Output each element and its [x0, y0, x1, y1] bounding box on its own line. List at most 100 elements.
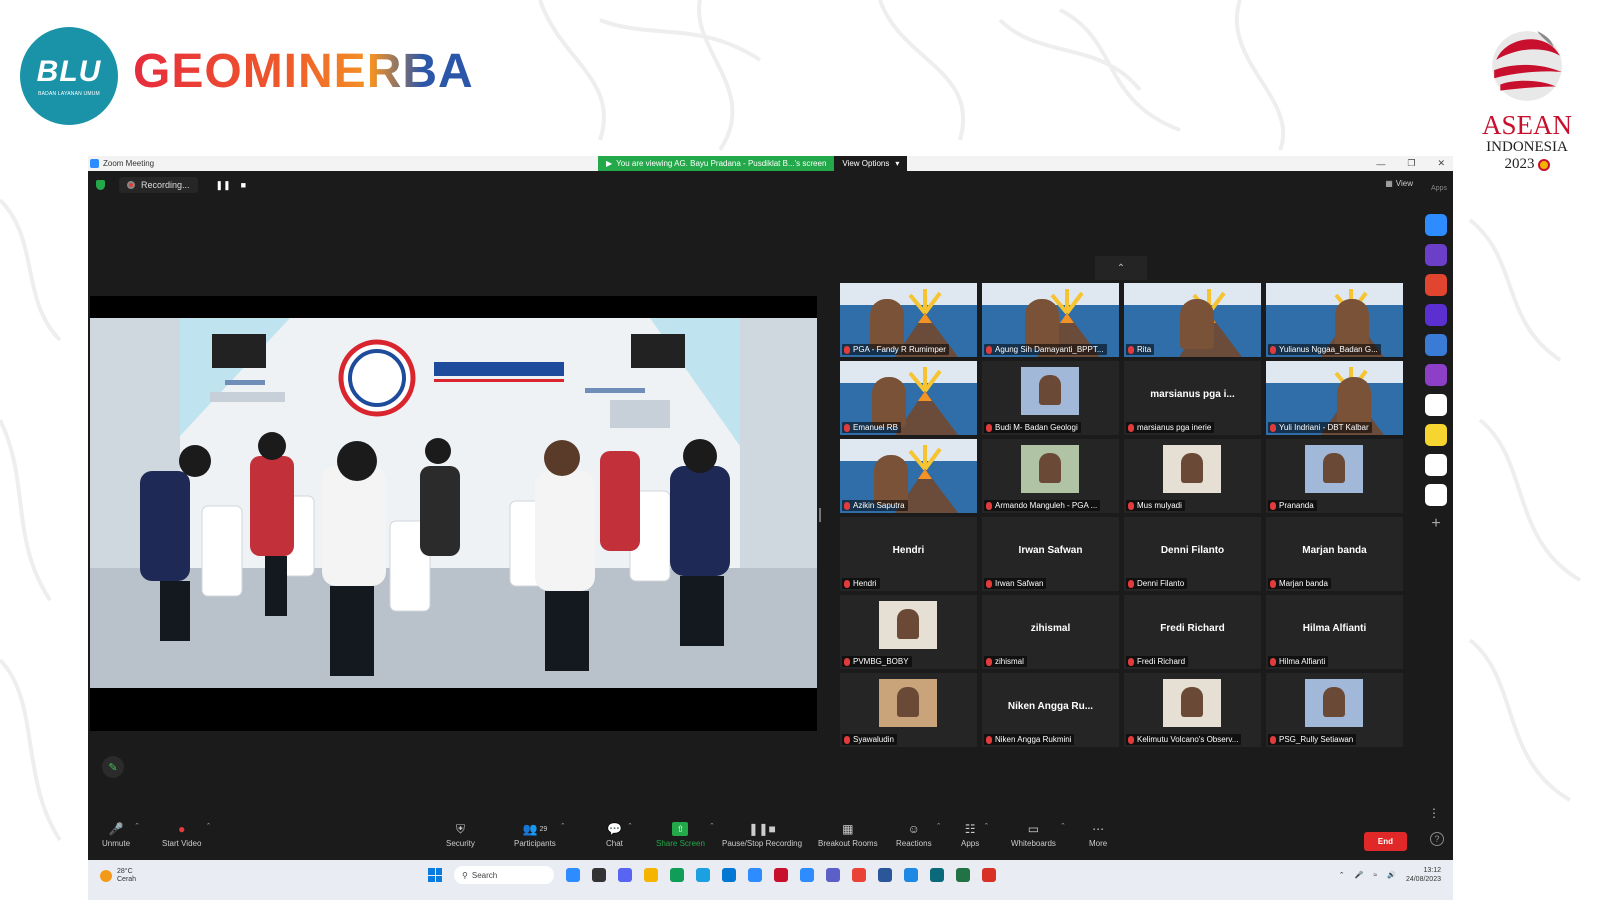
security-button[interactable]: ⛨ Security [446, 822, 475, 849]
mail-icon[interactable] [722, 868, 736, 882]
collapse-gallery-button[interactable]: ⌃ [1095, 256, 1147, 280]
participant-tile[interactable]: Armando Manguleh - PGA ... [982, 439, 1119, 513]
participant-tile[interactable]: Azikin Saputra [840, 439, 977, 513]
minimize-icon[interactable]: — [1376, 159, 1385, 169]
chrome-icon[interactable] [852, 868, 866, 882]
participant-tile[interactable]: Prananda [1266, 439, 1403, 513]
participant-tile[interactable]: zihismal zihismal [982, 595, 1119, 669]
chevron-up-icon[interactable]: ⌃ [1339, 871, 1345, 879]
sidebar-app-icon[interactable] [1425, 244, 1447, 266]
teams-icon[interactable] [826, 868, 840, 882]
share-banner-text: You are viewing AG. Bayu Pradana - Pusdi… [616, 159, 827, 168]
view-options-button[interactable]: View Options ▾ [834, 156, 908, 171]
participant-tile[interactable]: Budi M- Badan Geologi [982, 361, 1119, 435]
whiteboards-caret-icon[interactable]: ⌃ [1060, 822, 1066, 830]
asean-emblem-icon [1492, 31, 1562, 101]
pause-recording-icon[interactable]: ❚❚ [216, 180, 231, 191]
share-screen-button[interactable]: ⇧ Share Screen ⌃ [656, 822, 715, 848]
reactions-caret-icon[interactable]: ⌃ [936, 822, 942, 830]
wifi-icon[interactable]: ≈ [1373, 872, 1377, 879]
participant-tile[interactable]: Yuli Indriani - DBT Kalbar [1266, 361, 1403, 435]
pause-stop-recording-button[interactable]: ❚❚■ Pause/Stop Recording [722, 822, 802, 848]
participant-tile[interactable]: Irwan Safwan Irwan Safwan [982, 517, 1119, 591]
participant-label: marsianus pga inerie [1126, 422, 1215, 433]
annotate-pen-icon[interactable]: ✎ [102, 756, 124, 778]
sidebar-app-icon[interactable] [1425, 394, 1447, 416]
sidebar-app-icon[interactable] [1425, 334, 1447, 356]
participant-tile[interactable]: PSG_Rully Setiawan [1266, 673, 1403, 747]
taskbar-search[interactable]: ⚲ Search [454, 866, 554, 884]
participant-name: Fredi Richard [1160, 623, 1225, 634]
sidebar-app-icon[interactable] [1425, 454, 1447, 476]
sidebar-app-icon[interactable] [1425, 364, 1447, 386]
weather-widget[interactable]: 28°C Cerah [100, 868, 136, 884]
participant-tile[interactable]: Emanuel RB [840, 361, 977, 435]
taskbar-app-icon[interactable] [566, 868, 580, 882]
zoom-taskbar-icon[interactable] [748, 868, 762, 882]
participant-tile[interactable]: Denni Filanto Denni Filanto [1124, 517, 1261, 591]
participant-tile[interactable]: Fredi Richard Fredi Richard [1124, 595, 1261, 669]
participant-tile[interactable]: Marjan banda Marjan banda [1266, 517, 1403, 591]
participant-tile[interactable]: Niken Angga Ru... Niken Angga Rukmini [982, 673, 1119, 747]
app-icon[interactable] [930, 868, 944, 882]
more-button[interactable]: ⋯ More [1089, 822, 1107, 848]
panel-splitter[interactable] [819, 508, 821, 522]
sidebar-app-icon[interactable] [1425, 424, 1447, 446]
participant-tile[interactable]: marsianus pga i... marsianus pga inerie [1124, 361, 1261, 435]
end-meeting-button[interactable]: End [1363, 832, 1407, 851]
app-icon[interactable] [904, 868, 918, 882]
sidebar-app-icon[interactable] [1425, 304, 1447, 326]
apps-button[interactable]: ☷ Apps ⌃ [961, 822, 989, 848]
close-icon[interactable]: ✕ [1437, 158, 1445, 169]
excel-icon[interactable] [956, 868, 970, 882]
view-button[interactable]: ▦ View [1385, 179, 1413, 188]
sidebar-app-icon[interactable] [1425, 484, 1447, 506]
participant-tile[interactable]: Mus mulyadi [1124, 439, 1261, 513]
app-icon[interactable] [774, 868, 788, 882]
chat-app-icon[interactable] [618, 868, 632, 882]
sidebar-app-icon[interactable] [1425, 214, 1447, 236]
edge-browser-icon[interactable] [670, 868, 684, 882]
unmute-button[interactable]: 🎤 Unmute ⌃ [102, 822, 140, 848]
reactions-button[interactable]: ☺ Reactions ⌃ [896, 822, 942, 848]
participants-caret-icon[interactable]: ⌃ [560, 822, 566, 830]
word-icon[interactable] [878, 868, 892, 882]
unmute-options-caret-icon[interactable]: ⌃ [134, 822, 140, 830]
sidebar-app-icon[interactable] [1425, 274, 1447, 296]
apps-caret-icon[interactable]: ⌃ [983, 822, 989, 830]
share-caret-icon[interactable]: ⌃ [709, 822, 715, 830]
participant-tile[interactable]: Kelimutu Volcano's Observ... [1124, 673, 1261, 747]
video-options-caret-icon[interactable]: ⌃ [206, 822, 212, 830]
participants-button[interactable]: 👥 29 Participants ⌃ [514, 822, 566, 848]
start-video-button[interactable]: ● Start Video ⌃ [162, 822, 211, 848]
chat-caret-icon[interactable]: ⌃ [627, 822, 633, 830]
participant-tile[interactable]: Agung Sih Damayanti_BPPT... [982, 283, 1119, 357]
app-icon[interactable] [800, 868, 814, 882]
participant-tile[interactable]: Hilma Alfianti Hilma Alfianti [1266, 595, 1403, 669]
volume-icon[interactable]: 🔊 [1387, 871, 1396, 879]
store-icon[interactable] [696, 868, 710, 882]
encryption-shield-icon[interactable] [96, 180, 105, 190]
chat-button[interactable]: 💬 Chat ⌃ [606, 822, 633, 848]
file-explorer-icon[interactable] [644, 868, 658, 882]
participant-tile[interactable]: Hendri Hendri [840, 517, 977, 591]
participant-tile[interactable]: Rita [1124, 283, 1261, 357]
acrobat-icon[interactable] [982, 868, 996, 882]
task-view-icon[interactable] [592, 868, 606, 882]
participant-tile[interactable]: PVMBG_BOBY [840, 595, 977, 669]
participant-tile[interactable]: Syawaludin [840, 673, 977, 747]
microphone-muted-icon [1128, 423, 1134, 432]
breakout-rooms-button[interactable]: ▦ Breakout Rooms [818, 822, 878, 848]
stop-recording-icon[interactable]: ■ [241, 180, 246, 191]
participant-tile[interactable]: PGA - Fandy R Rumimper [840, 283, 977, 357]
maximize-icon[interactable]: ❐ [1407, 158, 1415, 169]
microphone-icon[interactable]: 🎤 [1355, 871, 1364, 879]
participant-tile[interactable]: Yulianus Nggaa_Badan G... [1266, 283, 1403, 357]
taskbar-clock[interactable]: 13:12 24/08/2023 [1406, 866, 1441, 884]
apps-sidebar-label: Apps [1431, 185, 1447, 192]
recording-dot-icon [127, 181, 135, 189]
participant-name: Denni Filanto [1160, 545, 1225, 556]
add-app-icon[interactable]: + [1431, 514, 1440, 534]
windows-start-icon[interactable] [428, 868, 442, 882]
whiteboards-button[interactable]: ▭ Whiteboards ⌃ [1011, 822, 1066, 848]
